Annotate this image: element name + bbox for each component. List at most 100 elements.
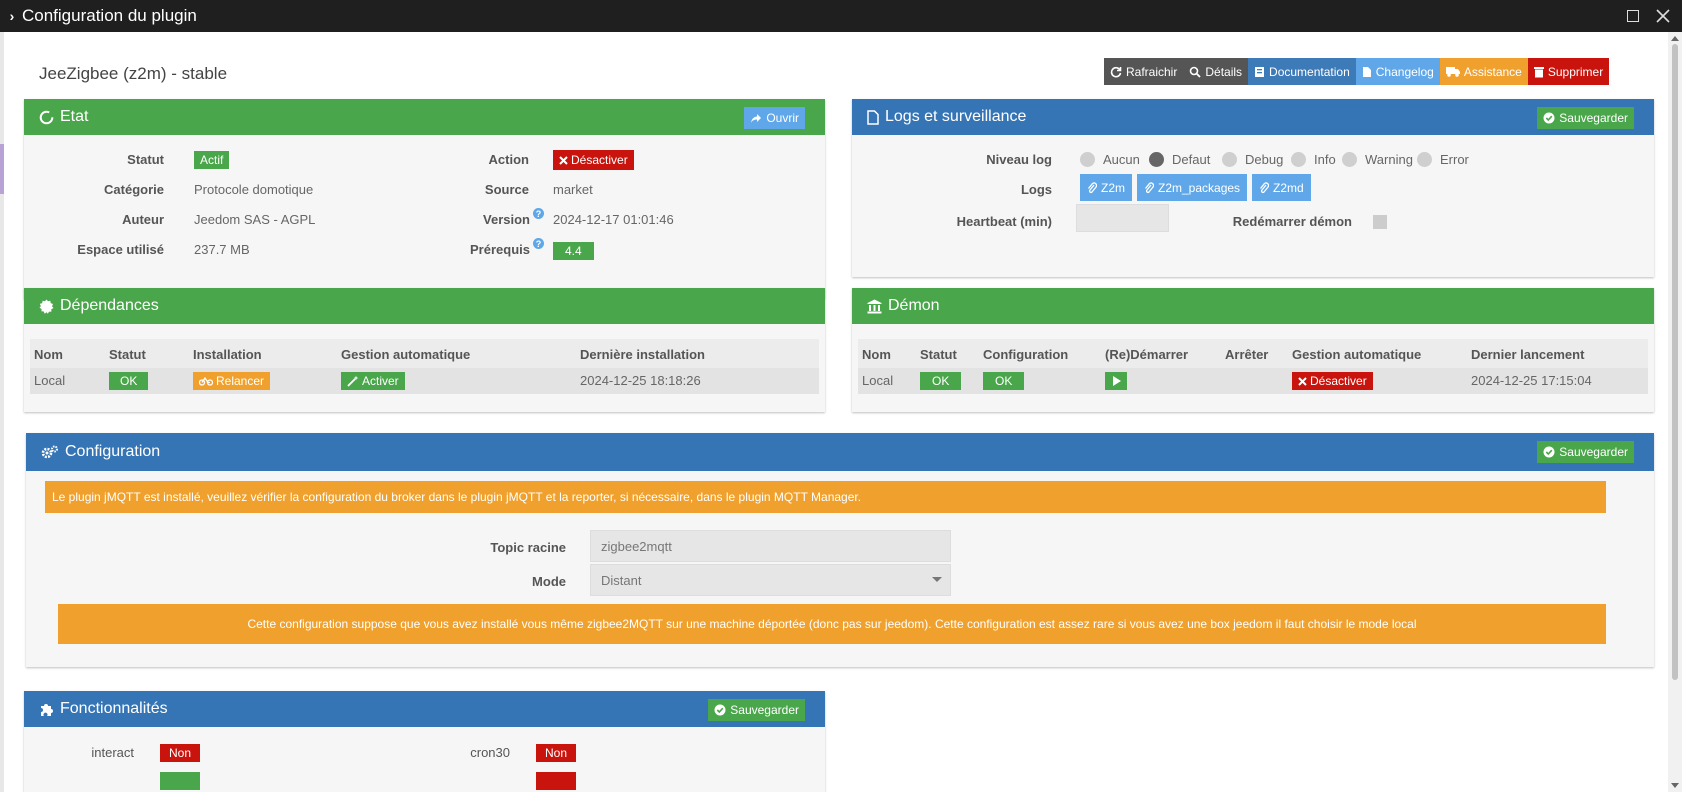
topic-racine-label: Topic racine [490, 540, 566, 555]
dep-derniere-installation: 2024-12-25 18:18:26 [580, 373, 701, 388]
scroll-thumb[interactable] [1672, 44, 1678, 680]
configuration-save-button[interactable]: Sauvegarder [1537, 441, 1634, 463]
demon-auto-disable-label: Désactiver [1310, 374, 1367, 388]
feature-badge-partial [536, 772, 576, 790]
fonctionnalites-panel: Fonctionnalités Sauvegarder interact Non… [24, 691, 825, 792]
statut-badge: Actif [194, 151, 230, 169]
certificate-icon [39, 299, 54, 314]
times-icon [1298, 376, 1307, 386]
log-level-warning[interactable]: Warning [1342, 152, 1413, 167]
logs-save-button[interactable]: Sauvegarder [1537, 107, 1634, 129]
documentation-button[interactable]: Documentation [1248, 58, 1356, 85]
log-z2m-button[interactable]: Z2m [1080, 174, 1132, 201]
etat-panel: Etat Ouvrir Statut Actif Catégorie Proto… [24, 99, 825, 299]
cron30-label: cron30 [470, 745, 510, 760]
chevron-down-icon [932, 577, 942, 582]
changelog-button[interactable]: Changelog [1355, 58, 1440, 85]
maximize-button[interactable] [1618, 0, 1648, 32]
heartbeat-label: Heartbeat (min) [956, 214, 1052, 229]
heartbeat-input[interactable] [1076, 204, 1169, 232]
radio-dot [1342, 152, 1357, 167]
vertical-scrollbar[interactable] [1668, 32, 1682, 792]
cogs-icon [41, 445, 58, 458]
help-icon[interactable]: ? [533, 208, 544, 219]
book-icon [1255, 66, 1265, 77]
refresh-label: Rafraichir [1126, 64, 1178, 79]
dep-nom: Local [34, 373, 66, 388]
close-button[interactable] [1648, 0, 1678, 32]
demon-restart-button[interactable] [1105, 372, 1127, 390]
log-level-debug[interactable]: Debug [1222, 152, 1283, 167]
ambulance-icon [1445, 67, 1460, 77]
check-circle-icon [714, 704, 726, 716]
etat-header: Etat Ouvrir [24, 99, 825, 135]
help-icon[interactable]: ? [533, 238, 544, 249]
log-level-error[interactable]: Error [1417, 152, 1469, 167]
refresh-button[interactable]: Rafraichir [1104, 58, 1184, 85]
espace-label: Espace utilisé [77, 242, 164, 257]
mode-label: Mode [532, 574, 566, 589]
circle-notch-icon [39, 110, 54, 124]
file-icon [1362, 66, 1371, 77]
dependances-header: Dépendances [24, 288, 825, 324]
source-label: Source [484, 182, 529, 197]
scroll-up-icon[interactable] [1671, 36, 1679, 41]
source-value: market [553, 182, 593, 197]
prerequis-badge: 4.4 [553, 242, 594, 260]
configuration-title: Configuration [65, 443, 161, 460]
categorie-value: Protocole domotique [194, 182, 314, 197]
log-level-aucun[interactable]: Aucun [1080, 152, 1140, 167]
file-icon [867, 109, 879, 125]
log-level-info[interactable]: Info [1291, 152, 1336, 167]
demon-config-badge: OK [983, 372, 1025, 390]
window-title: Configuration du plugin [22, 6, 197, 25]
radio-dot [1417, 152, 1432, 167]
col-header-nom: Nom [862, 347, 891, 362]
chevron-right-icon[interactable]: › [2, 8, 22, 24]
log-level-label: Defaut [1172, 152, 1211, 167]
dep-relaunch-button[interactable]: Relancer [193, 372, 271, 390]
col-header-derniere: Dernière installation [580, 347, 705, 362]
assistance-label: Assistance [1463, 64, 1522, 79]
prerequis-label-text: Prérequis [470, 242, 530, 257]
logs-title: Logs et surveillance [885, 108, 1027, 125]
paperclip-icon [1259, 181, 1269, 193]
log-z2m-packages-button[interactable]: Z2m_packages [1137, 174, 1248, 201]
log-level-defaut[interactable]: Defaut [1149, 152, 1210, 167]
restart-daemon-label: Redémarrer démon [1232, 214, 1352, 229]
logs-save-label: Sauvegarder [1559, 111, 1628, 125]
fonctionnalites-save-button[interactable]: Sauvegarder [708, 699, 805, 721]
mode-select-value: Distant [601, 572, 642, 588]
configuration-header: Configuration Sauvegarder [26, 433, 1654, 471]
scroll-down-icon[interactable] [1671, 783, 1679, 788]
restart-daemon-checkbox[interactable] [1373, 215, 1387, 229]
version-label-text: Version [483, 212, 530, 227]
delete-button[interactable]: Supprimer [1527, 58, 1610, 85]
assistance-button[interactable]: Assistance [1439, 58, 1528, 85]
dependances-panel: Dépendances Nom Statut Installation Gest… [24, 288, 825, 412]
log-z2m-label: Z2m [1101, 180, 1125, 195]
open-button[interactable]: Ouvrir [744, 107, 805, 129]
demon-auto-disable-button[interactable]: Désactiver [1292, 372, 1373, 390]
dep-auto-activate-button[interactable]: Activer [341, 372, 405, 390]
col-header-statut: Statut [109, 347, 146, 362]
interact-badge: Non [160, 744, 201, 762]
mode-select[interactable]: Distant [590, 564, 951, 596]
topic-racine-input[interactable]: zigbee2mqtt [590, 530, 951, 562]
configuration-panel: Configuration Sauvegarder Le plugin jMQT… [26, 433, 1654, 667]
dep-auto-activate-label: Activer [362, 374, 399, 388]
puzzle-icon [41, 703, 53, 716]
log-z2md-button[interactable]: Z2md [1252, 174, 1311, 201]
interact-label: interact [91, 745, 134, 760]
demon-title: Démon [888, 297, 940, 314]
log-level-label: Warning [1365, 152, 1413, 167]
paperclip-icon [1087, 181, 1097, 193]
details-button[interactable]: Détails [1183, 58, 1249, 85]
demon-nom: Local [862, 373, 894, 388]
col-header-statut: Statut [920, 347, 957, 362]
share-icon [751, 113, 762, 123]
disable-plugin-button[interactable]: Désactiver [553, 150, 634, 170]
log-level-label: Info [1314, 152, 1336, 167]
refresh-icon [1110, 66, 1122, 77]
jmqtt-warning-alert: Le plugin jMQTT est installé, veuillez v… [45, 481, 1606, 513]
